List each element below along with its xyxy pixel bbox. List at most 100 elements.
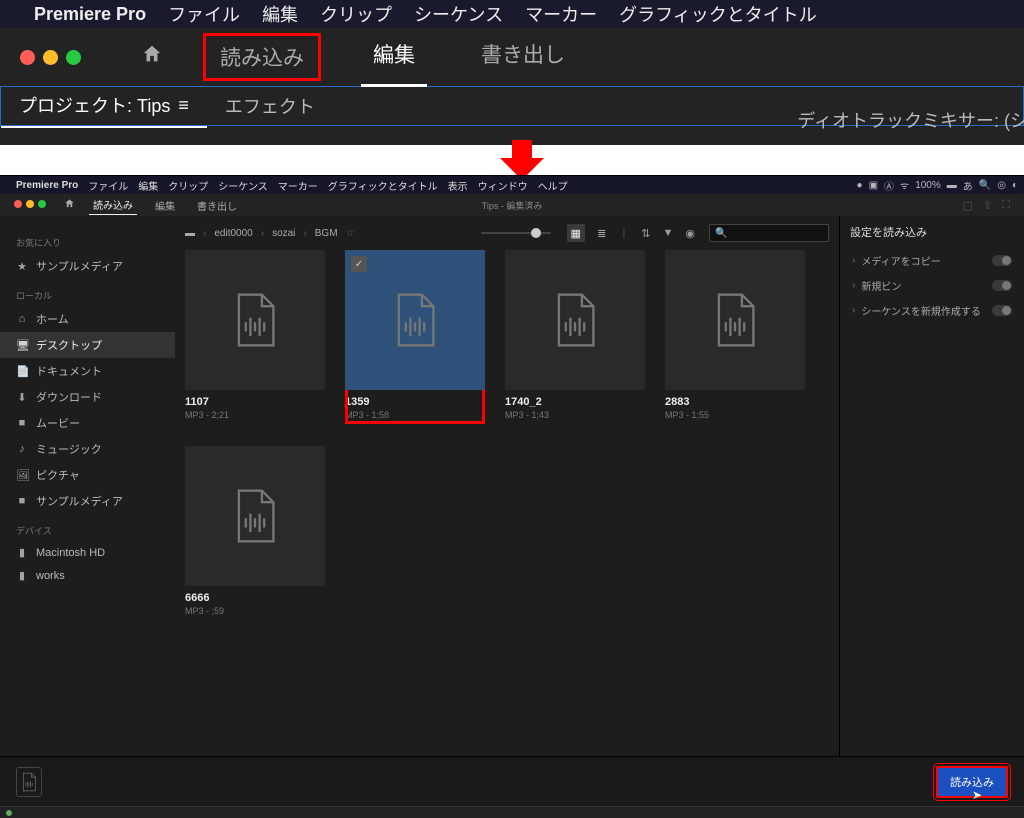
menu-sequence[interactable]: シーケンス [414, 1, 503, 27]
checkbox-icon[interactable]: ✓ [351, 256, 367, 272]
menu-marker[interactable]: マーカー [525, 1, 597, 27]
crumb-2[interactable]: sozai [272, 228, 295, 239]
media-thumbnail[interactable] [665, 250, 805, 390]
window-traffic-lights[interactable] [14, 200, 50, 211]
menu-sequence[interactable]: シーケンス [218, 178, 268, 193]
settings-row[interactable]: ›メディアをコピー [850, 248, 1014, 273]
control-center-icon[interactable]: ◎ [997, 180, 1006, 191]
sidebar-item-icon: ♪ [16, 443, 28, 455]
grid-view-icon[interactable]: ▦ [567, 224, 585, 242]
home-button[interactable] [64, 198, 75, 212]
media-thumbnail[interactable]: ✓ [345, 250, 485, 390]
sort-icon[interactable]: ⇅ [641, 227, 650, 240]
sidebar-item[interactable]: ■ムービー [0, 410, 175, 436]
sidebar-item[interactable]: ▮Macintosh HD [0, 541, 175, 564]
folder-icon: ▬ [185, 228, 195, 239]
sidebar-item-icon: ■ [16, 495, 28, 507]
search-icon[interactable]: 🔍 [979, 180, 991, 191]
media-card[interactable]: 6666MP3 - ;59 [185, 446, 325, 616]
eye-icon[interactable]: ◉ [685, 227, 695, 240]
tab-export[interactable]: 書き出し [467, 33, 579, 81]
media-name: 6666 [185, 592, 325, 604]
favorite-star-icon[interactable]: ☆ [346, 228, 355, 239]
crumb-3[interactable]: BGM [315, 228, 338, 239]
media-name: 1359 [345, 396, 485, 408]
chevron-right-icon: › [852, 305, 855, 316]
menu-edit[interactable]: 編集 [138, 178, 158, 193]
project-title: Tips - 編集済み [482, 199, 543, 212]
crumb-1[interactable]: edit0000 [214, 228, 252, 239]
list-view-icon[interactable]: ≣ [593, 224, 611, 242]
menu-clip[interactable]: クリップ [320, 1, 392, 27]
menu-help[interactable]: ヘルプ [538, 178, 568, 193]
settings-row[interactable]: ›シーケンスを新規作成する [850, 298, 1014, 323]
menu-graphics[interactable]: グラフィックとタイトル [619, 1, 817, 27]
sidebar-item[interactable]: 📄ドキュメント [0, 358, 175, 384]
tab-edit[interactable]: 編集 [151, 196, 179, 215]
sidebar-item-icon: 🖼 [16, 469, 28, 482]
thumbnail-size-slider[interactable] [481, 232, 551, 234]
menubar-app[interactable]: Premiere Pro [34, 4, 146, 25]
sidebar-head-devices: デバイス [0, 520, 175, 541]
window-icon[interactable]: ▢ [963, 199, 973, 212]
settings-toggle[interactable] [992, 305, 1012, 316]
sidebar-item-label: Macintosh HD [36, 547, 105, 559]
media-thumbnail[interactable] [185, 446, 325, 586]
media-browser: ▬ › edit0000 › sozai › BGM ☆ ▦ ≣ | ⇅ ▼ ◉… [175, 216, 839, 756]
import-button[interactable]: 読み込み ➤ [936, 766, 1008, 798]
media-card[interactable]: 1107MP3 - 2;21 [185, 250, 325, 424]
panel-effects[interactable]: エフェクト [207, 85, 333, 127]
menu-window[interactable]: ウィンドウ [478, 178, 528, 193]
menu-app[interactable]: Premiere Pro [16, 180, 78, 191]
filter-icon[interactable]: ▼ [663, 227, 674, 239]
media-card[interactable]: ✓1359MP3 - 1;58 [345, 250, 485, 424]
share-icon[interactable]: ⇪ [983, 199, 992, 212]
settings-label: メディアをコピー [861, 253, 992, 268]
sidebar-item[interactable]: ★サンプルメディア [0, 253, 175, 279]
wifi-icon: ᯤ [900, 178, 909, 192]
cc-icon: ▣ [869, 180, 878, 191]
sidebar-item[interactable]: ▮works [0, 564, 175, 587]
menu-file[interactable]: ファイル [88, 178, 128, 193]
sidebar-head-favorites: お気に入り [0, 232, 175, 253]
media-thumbnail[interactable] [505, 250, 645, 390]
sidebar-item[interactable]: ⌂ホーム [0, 306, 175, 332]
cursor-icon: ➤ [972, 788, 982, 802]
sidebar-item-icon: 🖥 [16, 339, 28, 352]
settings-row[interactable]: ›新規ビン [850, 273, 1014, 298]
menu-edit[interactable]: 編集 [262, 1, 298, 27]
menu-marker[interactable]: マーカー [278, 178, 318, 193]
window-traffic-lights[interactable] [20, 50, 81, 65]
import-sidebar: お気に入り ★サンプルメディア ローカル ⌂ホーム🖥デスクトップ📄ドキュメント⬇… [0, 216, 175, 756]
tab-export[interactable]: 書き出し [193, 196, 241, 215]
tab-edit[interactable]: 編集 [359, 33, 429, 81]
sidebar-item[interactable]: 🖥 デスクトップ [0, 332, 175, 358]
menu-file[interactable]: ファイル [168, 1, 240, 27]
sidebar-item[interactable]: ♪ミュージック [0, 436, 175, 462]
input-icon: あ [963, 178, 973, 193]
settings-toggle[interactable] [992, 255, 1012, 266]
home-button[interactable] [141, 43, 163, 71]
media-card[interactable]: 2883MP3 - 1;55 [665, 250, 805, 424]
sidebar-item[interactable]: 🖼ピクチャ [0, 462, 175, 488]
tab-import[interactable]: 読み込み [89, 195, 137, 215]
panel-project[interactable]: プロジェクト: Tips≡ [1, 84, 207, 128]
settings-toggle[interactable] [992, 280, 1012, 291]
sidebar-item[interactable]: ⬇ダウンロード [0, 384, 175, 410]
sidebar-item[interactable]: ■サンプルメディア [0, 488, 175, 514]
menu-graphics[interactable]: グラフィックとタイトル [328, 178, 438, 193]
tab-import[interactable]: 読み込み [203, 33, 321, 81]
search-input[interactable]: 🔍 [709, 224, 829, 242]
sidebar-item-label: デスクトップ [36, 337, 102, 353]
media-card[interactable]: 1740_2MP3 - 1;43 [505, 250, 645, 424]
panel-menu-icon[interactable]: ≡ [178, 95, 189, 116]
media-thumbnail[interactable] [185, 250, 325, 390]
siri-icon[interactable]: ◐ [1012, 180, 1018, 191]
menu-view[interactable]: 表示 [448, 178, 468, 193]
selected-media-chip[interactable] [16, 767, 42, 797]
fullscreen-icon[interactable]: ⛶ [1002, 199, 1010, 212]
macos-menubar-top: Premiere Pro ファイル 編集 クリップ シーケンス マーカー グラフ… [0, 0, 1024, 28]
menu-clip[interactable]: クリップ [168, 178, 208, 193]
sidebar-item-icon: ★ [16, 260, 28, 273]
breadcrumb: ▬ › edit0000 › sozai › BGM ☆ ▦ ≣ | ⇅ ▼ ◉… [185, 224, 829, 242]
